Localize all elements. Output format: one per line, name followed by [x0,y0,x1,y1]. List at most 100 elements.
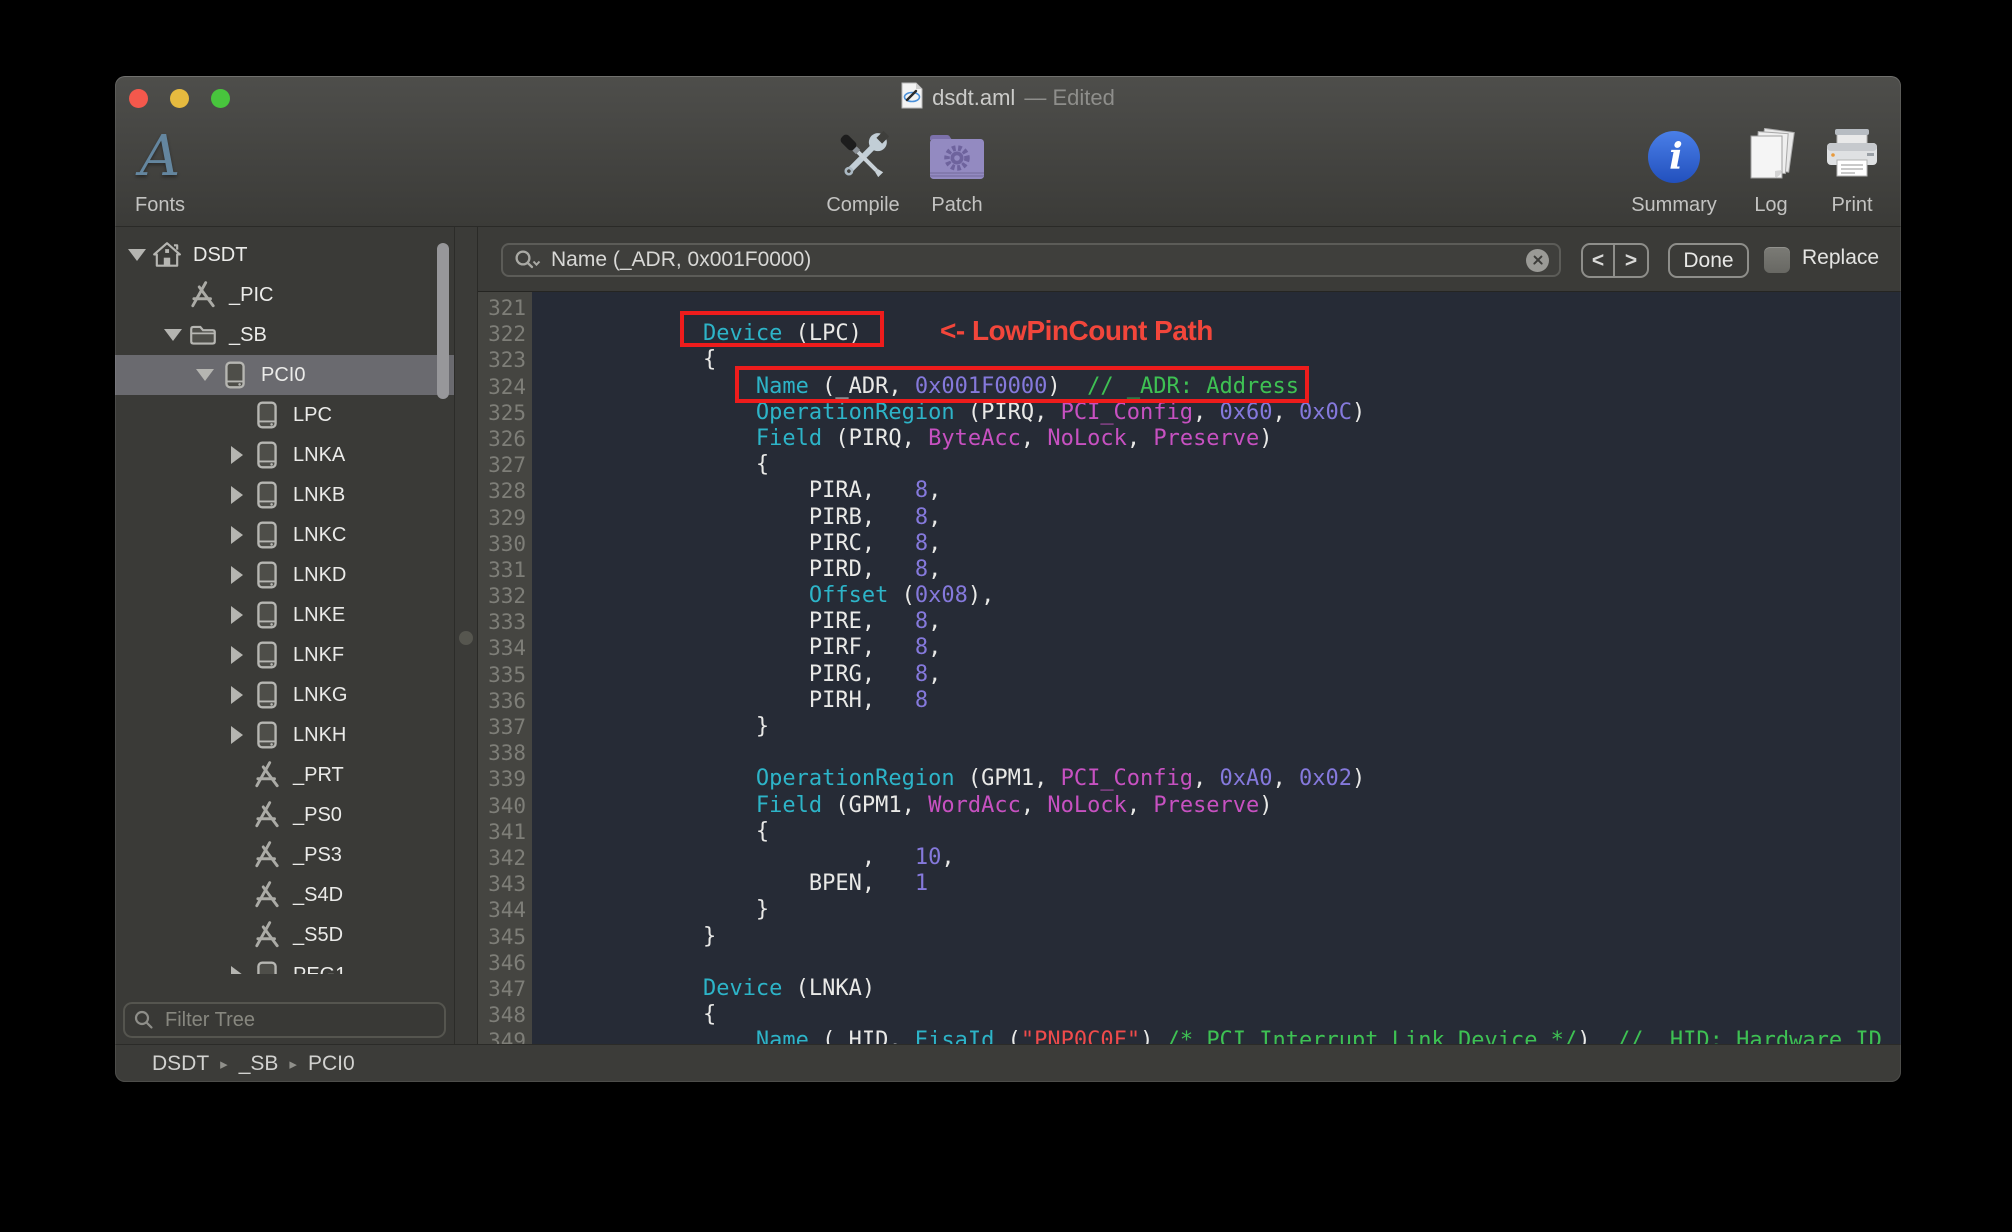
tree-item-_PRT[interactable]: _PRT [115,755,454,795]
tree-item-label: _S4D [293,883,344,906]
disclosure-triangle-icon[interactable] [191,369,219,381]
tree-item-label: LNKF [293,643,345,666]
tree-item-PCI0[interactable]: PCI0 [115,355,454,395]
line-number: 345 [488,924,526,949]
line-number: 326 [488,426,526,451]
annotation-box-device-lpc [680,311,884,347]
disclosure-triangle-icon[interactable] [223,966,251,974]
tree-item-_PIC[interactable]: _PIC [115,275,454,315]
maciasl-window: dsdt.aml — Edited A Fonts Compile Patch … [115,76,1901,1082]
tree-item-LNKD[interactable]: LNKD [115,555,454,595]
line-number: 323 [488,348,526,373]
fonts-icon: A [139,124,181,189]
code-line-325: OperationRegion (PIRQ, PCI_Config, 0x60,… [755,399,1366,425]
tree-item-LPC[interactable]: LPC [115,395,454,435]
tree-item-label: _PS0 [293,803,342,826]
sidebar: DSDT _PIC _SB PCI0 LPC LNKA LNKB LNKC LNKD LNKE LN… [115,227,455,1044]
disclosure-triangle-icon[interactable] [223,686,251,704]
sidebar-scrollbar[interactable] [437,243,449,399]
tree-item-LNKF[interactable]: LNKF [115,635,454,675]
code-line-341: { [544,818,770,844]
tree-item-PEG1[interactable]: PEG1 [115,955,454,974]
filter-tree-field[interactable] [123,1002,446,1038]
window-title: dsdt.aml — Edited [115,76,1901,120]
breadcrumb-item-sb[interactable]: _SB [239,1052,279,1076]
disclosure-triangle-icon[interactable] [223,446,251,464]
find-field[interactable] [501,243,1561,277]
device-icon [251,720,283,750]
breadcrumb-item-dsdt[interactable]: DSDT [152,1052,209,1076]
find-nav-segmented: < > [1581,243,1649,278]
toolbar-item-print[interactable]: Print [1787,124,1901,217]
toolbar-item-fonts[interactable]: A Fonts [115,124,225,217]
method-icon [187,280,219,310]
toolbar-label: Print [1831,194,1873,216]
disclosure-triangle-icon[interactable] [223,726,251,744]
title-filename: dsdt.aml [932,85,1016,110]
tree-item-_SB[interactable]: _SB [115,315,454,355]
code-line-349: Name (_HID, EisaId ("PNP0C0F") /* PCI In… [755,1028,1882,1044]
replace-checkbox[interactable] [1764,247,1790,273]
line-number: 321 [488,296,526,320]
disclosure-triangle-icon[interactable] [223,646,251,664]
line-number: 344 [488,898,526,923]
device-icon [251,520,283,550]
title-edited-suffix: — Edited [1024,85,1115,110]
breadcrumb-item-pci0[interactable]: PCI0 [308,1052,355,1076]
disclosure-triangle-icon[interactable] [223,566,251,584]
tree-item-LNKH[interactable]: LNKH [115,715,454,755]
tree-item-_S5D[interactable]: _S5D [115,915,454,955]
toolbar-item-patch[interactable]: Patch [892,124,1022,217]
line-number: 327 [488,453,526,478]
tree-item-LNKA[interactable]: LNKA [115,435,454,475]
device-icon [251,480,283,510]
line-number: 331 [488,557,526,582]
toolbar-label: Log [1754,194,1788,216]
tree-item-LNKC[interactable]: LNKC [115,515,454,555]
line-number: 329 [488,505,526,530]
tree-item-label: _PRT [293,763,344,786]
find-previous-button[interactable]: < [1583,245,1615,276]
search-icon [515,250,541,269]
code-line-335: PIRG, 8, [544,661,942,687]
find-next-button[interactable]: > [1615,245,1647,276]
line-number: 330 [488,531,526,556]
tree-item-LNKG[interactable]: LNKG [115,675,454,715]
tree-item-DSDT[interactable]: DSDT [115,235,454,275]
compile-tools-icon [832,124,894,190]
device-icon [251,640,283,670]
code-line-342: , 10, [544,844,955,870]
splitter-handle[interactable] [459,631,473,645]
disclosure-triangle-icon[interactable] [159,329,187,341]
sidebar-tree: DSDT _PIC _SB PCI0 LPC LNKA LNKB LNKC LNKD LNKE LN… [115,227,454,974]
tree-item-label: _S5D [293,923,344,946]
line-number-gutter: 321 322 323 324 325 326 327 328 329 330 331 332 333 3… [478,292,532,1044]
tree-item-_PS0[interactable]: _PS0 [115,795,454,835]
code-line-326: Field (PIRQ, ByteAcc, NoLock, Preserve) [755,425,1273,451]
disclosure-triangle-icon[interactable] [123,249,151,261]
line-number: 335 [488,662,526,687]
code-editor[interactable]: 321 322 323 324 325 326 327 328 329 330 331 332 333 3… [478,292,1901,1044]
disclosure-triangle-icon[interactable] [223,606,251,624]
method-icon [251,760,283,790]
find-input[interactable] [549,247,1526,273]
printer-icon [1823,124,1881,190]
tree-item-label: LNKC [293,523,347,546]
tree-item-_PS3[interactable]: _PS3 [115,835,454,875]
tree-item-_S4D[interactable]: _S4D [115,875,454,915]
line-number: 343 [488,872,526,897]
disclosure-triangle-icon[interactable] [223,486,251,504]
clear-search-icon[interactable] [1526,248,1549,272]
disclosure-triangle-icon[interactable] [223,526,251,544]
code-line-334: PIRF, 8, [544,635,942,661]
tree-item-label: PEG1 [293,964,346,975]
tree-item-label: LNKG [293,683,348,706]
filter-tree-input[interactable] [163,1007,436,1033]
tree-item-LNKB[interactable]: LNKB [115,475,454,515]
pane-splitter[interactable] [456,227,477,1044]
code-line-345: } [544,923,717,949]
done-button[interactable]: Done [1668,243,1749,278]
tree-item-label: LNKA [293,443,346,466]
method-icon [251,880,283,910]
tree-item-LNKE[interactable]: LNKE [115,595,454,635]
